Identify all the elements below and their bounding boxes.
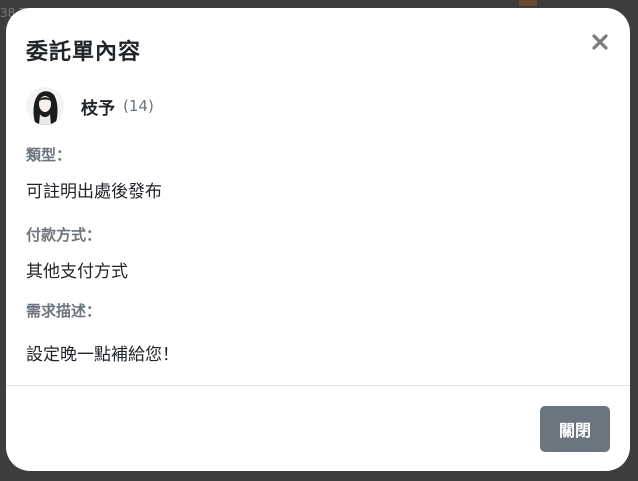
type-value: 可註明出處後發布	[26, 182, 162, 202]
close-icon[interactable]	[590, 32, 610, 52]
payment-value: 其他支付方式	[26, 262, 128, 282]
description-value: 設定晚一點補給您！	[26, 345, 179, 365]
user-name[interactable]: 枝予	[81, 94, 115, 119]
user-count: (14)	[123, 97, 154, 115]
user-row: 枝予 (14)	[26, 86, 154, 126]
backdrop-chip	[519, 0, 537, 6]
payment-label: 付款方式：	[26, 226, 102, 244]
modal-header: 委託單內容	[6, 8, 630, 88]
close-button[interactable]: 關閉	[540, 406, 610, 452]
commission-modal: 委託單內容 枝予 (14) 類型： 可註明出處後發布 付款方式： 其他支付方式 …	[6, 8, 630, 471]
footer-divider	[6, 385, 630, 386]
modal-title: 委託單內容	[26, 40, 142, 65]
type-label: 類型：	[26, 146, 72, 164]
description-label: 需求描述：	[26, 302, 102, 320]
avatar[interactable]	[26, 87, 64, 125]
